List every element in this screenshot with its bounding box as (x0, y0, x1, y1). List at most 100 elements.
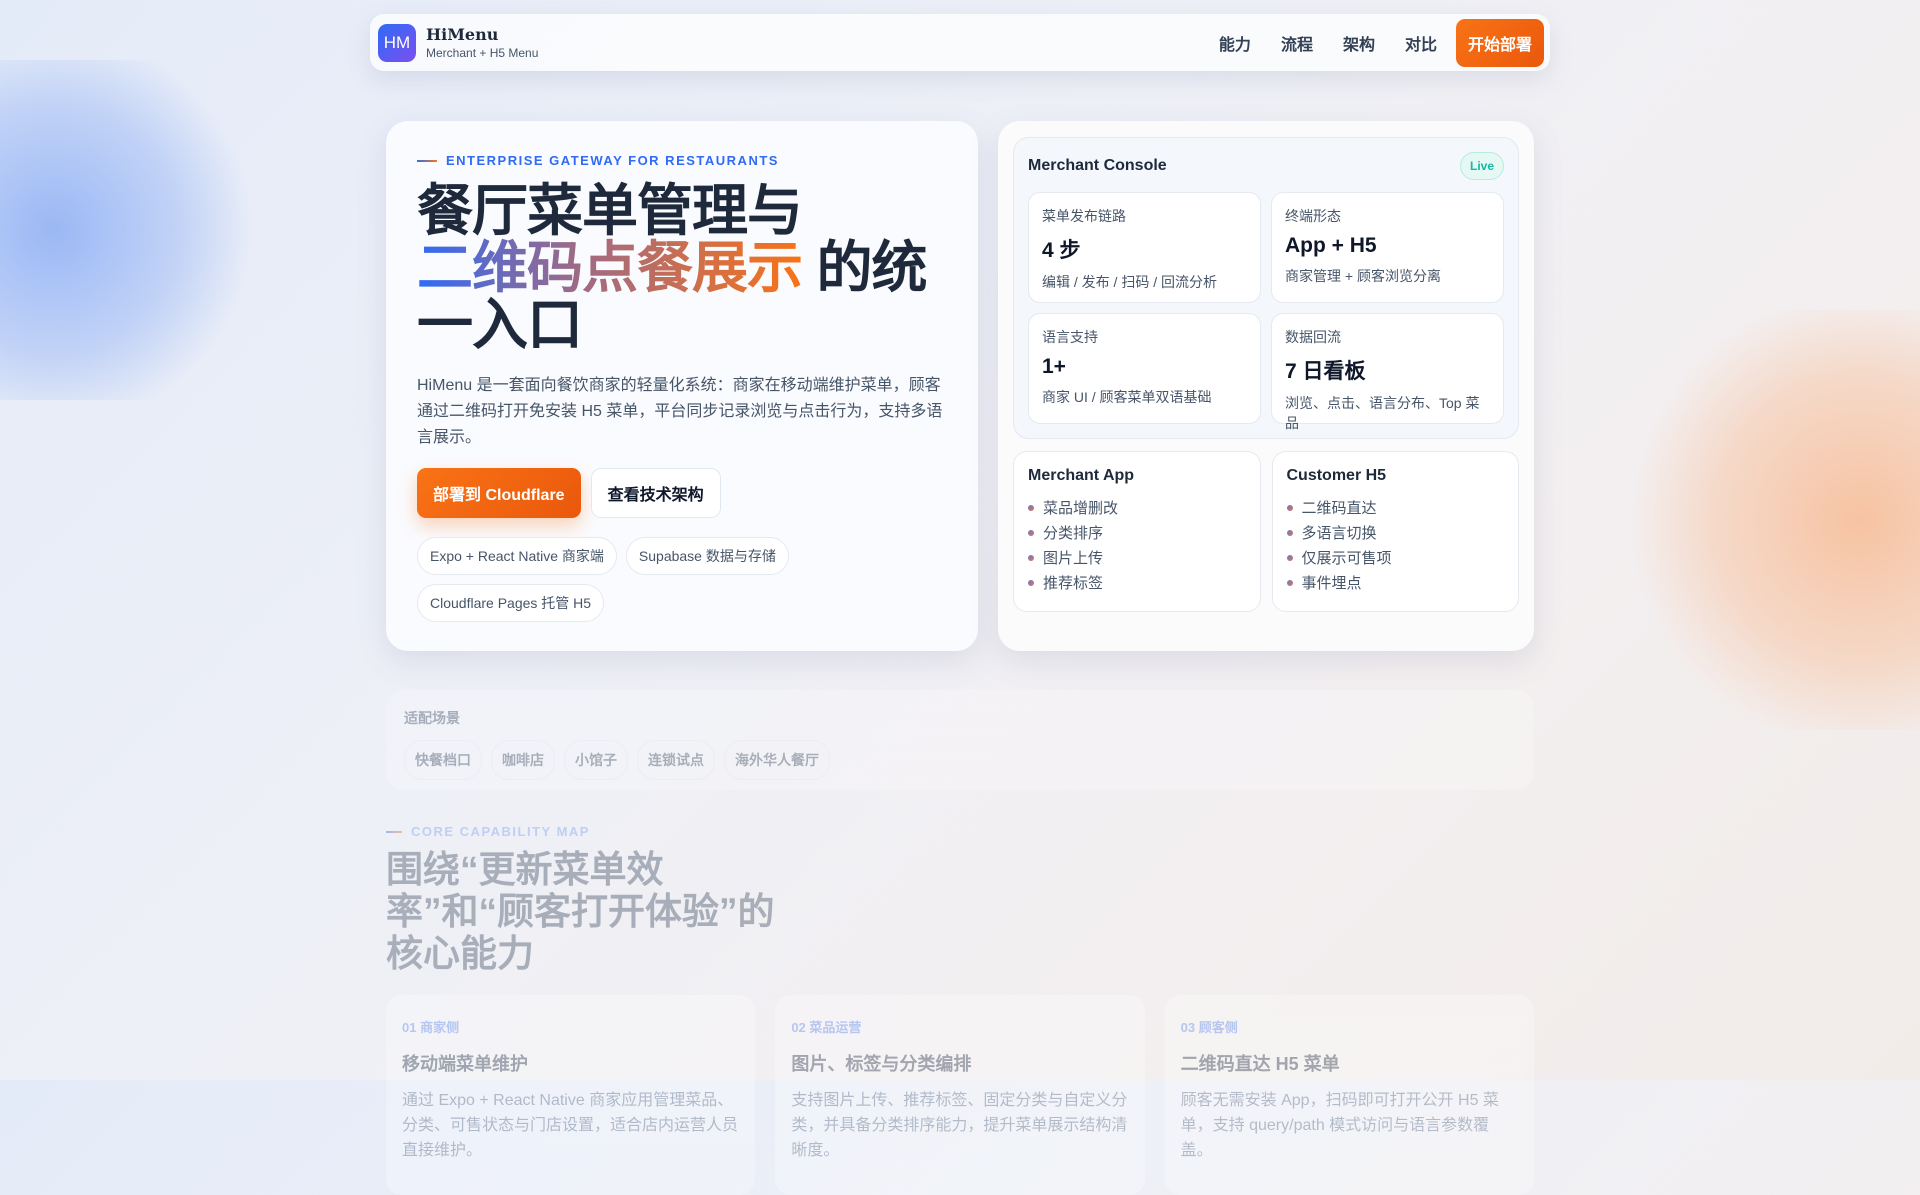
merchant-console: Merchant Console Live 菜单发布链路 4 步编辑 / 发布 / … (1013, 137, 1519, 439)
list-item-label: 多语言切换 (1301, 525, 1377, 542)
stat-desc: 浏览、点击、语言分布、Top 菜品 (1285, 395, 1480, 431)
cap-num: 03 顾客侧 (1180, 1020, 1238, 1035)
nav-link-capabilities[interactable]: 能力 (1204, 31, 1266, 55)
bullet-icon (1286, 554, 1293, 561)
cap-title: 图片、标签与分类编排 (791, 1054, 972, 1074)
hero-description: HiMenu 是一套面向餐饮商家的轻量化系统：商家在移动端维护菜单，顾客通过二维… (417, 377, 943, 446)
scene-chip: 连锁试点 (637, 740, 715, 780)
background-blob-blue (0, 60, 270, 400)
bullet-icon (1028, 504, 1034, 511)
list-item: 推荐标签 (1028, 570, 1246, 595)
nav-link-flow[interactable]: 流程 (1266, 31, 1328, 55)
nav-link-architecture[interactable]: 架构 (1328, 31, 1390, 55)
stat-value: App + H5 (1285, 234, 1377, 257)
live-badge: Live (1459, 152, 1504, 180)
eyebrow-bar (417, 159, 437, 162)
brand-title: HiMenu (426, 25, 499, 44)
stat-label: 终端形态 (1285, 208, 1341, 224)
stat-card: 数据回流 7 日看板浏览、点击、语言分布、Top 菜品 (1271, 313, 1504, 431)
brand-subtitle: Merchant + H5 Menu (426, 46, 539, 60)
tech-chip: Supabase 数据与存储 (625, 537, 789, 575)
capabilities-eyebrow: CORE CAPABILITY MAP (386, 824, 1534, 839)
stat-label: 数据回流 (1285, 329, 1341, 345)
stat-value: 7 日看板 (1285, 360, 1366, 383)
stat-label: 菜单发布链路 (1042, 208, 1126, 224)
start-deploy-button[interactable]: 开始部署 (1455, 18, 1544, 67)
cap-desc: 顾客无需安装 App，扫码即可打开公开 H5 菜单，支持 query/path … (1180, 1092, 1499, 1159)
scene-chip: 小馆子 (564, 740, 628, 780)
hero-title: 餐厅菜单管理与 二维码点餐展示 的统一入口 (417, 182, 947, 353)
cap-num: 02 菜品运营 (791, 1020, 862, 1035)
stat-desc: 商家管理 + 顾客浏览分离 (1285, 268, 1441, 284)
capability-card: 01 商家侧移动端菜单维护通过 Expo + React Native 商家应用… (386, 995, 756, 1195)
list-item: 菜品增删改 (1028, 495, 1246, 520)
customer-h5-card: Customer H5 二维码直达 多语言切换 仅展示可售项 事件埋点 (1271, 451, 1519, 612)
tech-chip: Expo + React Native 商家端 (417, 537, 617, 575)
bullet-icon (1028, 579, 1034, 586)
brand: HiMenu Merchant + H5 Menu (426, 25, 538, 60)
scene-chip: 快餐档口 (404, 740, 482, 780)
bullet-icon (1286, 504, 1293, 511)
view-architecture-button[interactable]: 查看技术架构 (590, 468, 721, 518)
scenes-title: 适配场景 (404, 710, 460, 726)
nav-link-compare[interactable]: 对比 (1390, 31, 1452, 55)
cap-desc: 通过 Expo + React Native 商家应用管理菜品、分类、可售状态与… (402, 1092, 739, 1159)
console-title: Merchant Console (1028, 157, 1167, 174)
stat-value: 4 步 (1042, 239, 1081, 262)
list-item-label: 事件埋点 (1301, 575, 1362, 592)
list-item: 图片上传 (1028, 545, 1246, 570)
list-item-label: 二维码直达 (1301, 500, 1377, 517)
stat-desc: 编辑 / 发布 / 扫码 / 回流分析 (1042, 274, 1218, 290)
card-title: Merchant App (1028, 467, 1135, 484)
stat-card: 终端形态 App + H5 商家管理 + 顾客浏览分离 (1271, 192, 1504, 303)
cap-num: 01 商家侧 (402, 1020, 460, 1035)
top-nav: HM HiMenu Merchant + H5 Menu 能力 流程 架构 对比… (370, 14, 1550, 71)
stat-card: 语言支持 1+ 商家 UI / 顾客菜单双语基础 (1028, 313, 1261, 424)
tech-chips: Expo + React Native 商家端 Supabase 数据与存储 C… (417, 537, 837, 622)
scene-chip: 海外华人餐厅 (724, 740, 830, 780)
hero-eyebrow: ENTERPRISE GATEWAY FOR RESTAURANTS (417, 153, 947, 168)
deploy-cloudflare-button[interactable]: 部署到 Cloudflare (417, 468, 581, 518)
nav-links: 能力 流程 架构 对比 开始部署 (1204, 18, 1544, 67)
capabilities-title: 围绕“更新菜单效率”和“顾客打开体验”的核心能力 (386, 849, 775, 974)
scene-chip: 咖啡店 (491, 740, 555, 780)
list-item-label: 推荐标签 (1043, 575, 1104, 592)
title-highlight: 二维码点餐展示 (417, 236, 803, 299)
bullet-icon (1028, 529, 1034, 536)
logo-icon[interactable]: HM (378, 23, 416, 62)
title-line1: 餐厅菜单管理与 (417, 179, 803, 242)
cap-title: 二维码直达 H5 菜单 (1180, 1054, 1340, 1074)
list-item: 多语言切换 (1286, 520, 1505, 545)
card-title: Customer H5 (1286, 467, 1387, 484)
hero-ctas: 部署到 Cloudflare 查看技术架构 (417, 468, 947, 518)
background-blob-orange (1620, 310, 1920, 730)
eyebrow-text: CORE CAPABILITY MAP (411, 824, 590, 839)
list-item: 分类排序 (1028, 520, 1246, 545)
cap-title: 移动端菜单维护 (402, 1054, 528, 1074)
list-item-label: 分类排序 (1043, 525, 1104, 542)
list-item-label: 图片上传 (1043, 550, 1104, 567)
tech-chip: Cloudflare Pages 托管 H5 (417, 584, 605, 622)
cap-desc: 支持图片上传、推荐标签、固定分类与自定义分类，并具备分类排序能力，提升菜单展示结… (791, 1092, 1128, 1159)
merchant-app-card: Merchant App 菜品增删改 分类排序 图片上传 推荐标签 (1013, 451, 1261, 612)
eyebrow-bar (386, 830, 402, 833)
capability-card: 02 菜品运营图片、标签与分类编排支持图片上传、推荐标签、固定分类与自定义分类，… (775, 995, 1145, 1195)
list-item-label: 仅展示可售项 (1301, 550, 1392, 567)
list-item: 事件埋点 (1286, 570, 1505, 595)
scenes-card: 适配场景 快餐档口 咖啡店 小馆子 连锁试点 海外华人餐厅 (386, 690, 1534, 790)
list-item: 二维码直达 (1286, 495, 1505, 520)
lower-sections: 适配场景 快餐档口 咖啡店 小馆子 连锁试点 海外华人餐厅 CORE CAPAB… (386, 690, 1534, 1195)
stat-desc: 商家 UI / 顾客菜单双语基础 (1042, 389, 1212, 405)
bullet-icon (1286, 529, 1293, 536)
preview-card: Merchant Console Live 菜单发布链路 4 步编辑 / 发布 / … (998, 121, 1534, 651)
stat-card: 菜单发布链路 4 步编辑 / 发布 / 扫码 / 回流分析 (1028, 192, 1261, 303)
list-item-label: 菜品增删改 (1043, 500, 1119, 517)
bullet-icon (1028, 554, 1034, 561)
hero-card: ENTERPRISE GATEWAY FOR RESTAURANTS 餐厅菜单管… (386, 121, 978, 651)
list-item: 仅展示可售项 (1286, 545, 1505, 570)
capability-card: 03 顾客侧二维码直达 H5 菜单顾客无需安装 App，扫码即可打开公开 H5 … (1164, 995, 1534, 1195)
stat-label: 语言支持 (1042, 329, 1098, 345)
bullet-icon (1286, 579, 1293, 586)
eyebrow-text: ENTERPRISE GATEWAY FOR RESTAURANTS (446, 153, 779, 168)
stat-value: 1+ (1042, 355, 1066, 378)
